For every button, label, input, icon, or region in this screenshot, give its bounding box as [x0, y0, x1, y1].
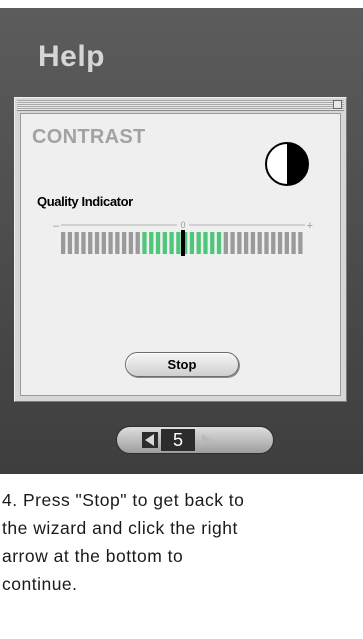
stop-button[interactable]: Stop [125, 352, 239, 377]
scale-bar [176, 232, 181, 254]
instruction-text: 4. Press "Stop" to get back to the wizar… [2, 486, 363, 598]
scale-bar [162, 232, 167, 254]
scale-bar [196, 232, 201, 254]
scale-bar [108, 232, 113, 254]
scale-bar [277, 232, 283, 254]
scale-bar [237, 232, 242, 254]
dialog-title-bar[interactable] [17, 100, 344, 111]
help-panel: Help CONTRAST Quality Indicator – 0 + St… [0, 8, 363, 474]
scale-zero-mark: 0 [180, 220, 185, 230]
scale-bar [142, 232, 147, 254]
scale-bar [230, 232, 235, 254]
scale-bar [264, 232, 269, 254]
dialog-body: CONTRAST Quality Indicator – 0 + Stop [20, 113, 341, 396]
scale-bar [169, 232, 174, 254]
scale-bar [149, 232, 154, 254]
right-arrow-glyph [202, 434, 211, 446]
scale-bar [115, 232, 120, 254]
contrast-heading: CONTRAST [32, 126, 146, 148]
instruction-line: continue. [2, 574, 78, 594]
pager-body [116, 426, 274, 454]
quality-indicator-scale: – 0 + [53, 220, 313, 256]
scale-bar [189, 232, 195, 254]
scale-bar [135, 232, 140, 254]
scale-bar [94, 232, 100, 254]
scale-bar [216, 232, 222, 254]
scale-bar [81, 232, 86, 254]
scale-bar [210, 232, 215, 254]
scale-bar [61, 232, 66, 254]
close-box-icon[interactable] [333, 100, 342, 109]
scale-bar [128, 232, 134, 254]
scale-bar [284, 232, 289, 254]
quality-indicator-label: Quality Indicator [37, 194, 133, 209]
scale-bar [101, 232, 106, 254]
page-navigator: 5 [116, 426, 274, 454]
page-number: 5 [161, 429, 195, 451]
scale-bar [271, 232, 276, 254]
right-arrow-icon[interactable] [198, 432, 214, 448]
scale-plus-sign: + [307, 220, 313, 232]
scale-bar [88, 232, 93, 254]
scale-bar [298, 232, 303, 254]
scale-bar [244, 232, 249, 254]
scale-bar [257, 232, 262, 254]
scale-bar [67, 232, 73, 254]
scale-bar [122, 232, 127, 254]
scale-bar [155, 232, 161, 254]
scale-bar [291, 232, 296, 254]
help-title: Help [38, 40, 106, 73]
left-arrow-icon[interactable] [142, 432, 158, 448]
scale-bar [223, 232, 228, 254]
left-arrow-glyph [145, 434, 154, 446]
top-margin [0, 0, 363, 8]
instruction-line: 4. Press "Stop" to get back to [2, 490, 245, 510]
contrast-icon [265, 142, 309, 186]
scale-bar [250, 232, 256, 254]
scale-minus-sign: – [53, 220, 60, 232]
scale-bar [74, 232, 79, 254]
instruction-line: the wizard and click the right [2, 518, 238, 538]
contrast-dialog: CONTRAST Quality Indicator – 0 + Stop [14, 97, 347, 402]
instruction-line: arrow at the bottom to [2, 546, 184, 566]
scale-bar [203, 232, 208, 254]
quality-indicator-marker [181, 230, 185, 256]
